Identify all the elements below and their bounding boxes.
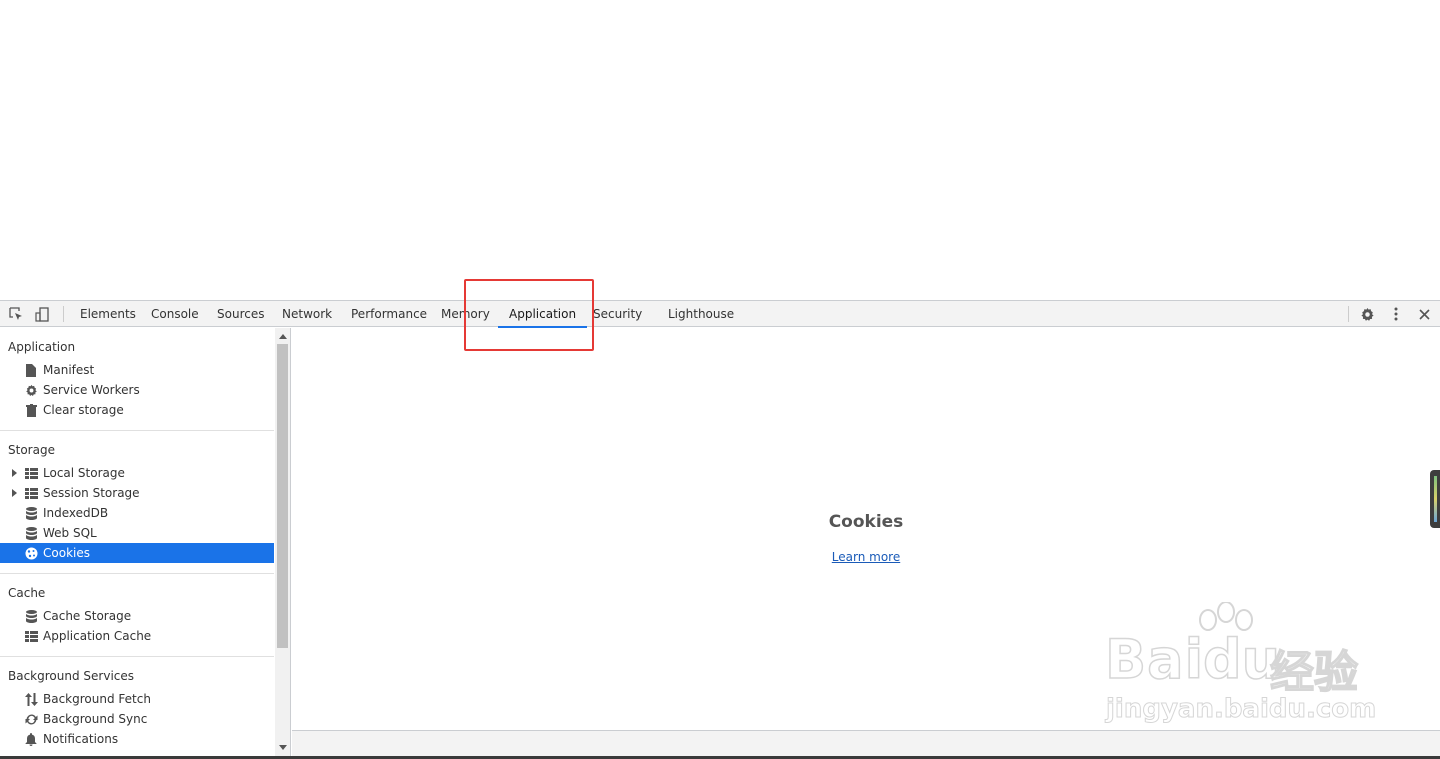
section-title-storage: Storage (8, 443, 55, 457)
sidebar-item-cookies[interactable]: Cookies (0, 543, 274, 563)
bell-icon (24, 732, 38, 746)
sidebar-item-background-sync[interactable]: Background Sync (0, 709, 274, 729)
sidebar-item-label: Session Storage (43, 486, 140, 500)
database-icon (24, 609, 38, 623)
sidebar-item-session-storage[interactable]: Session Storage (0, 483, 274, 503)
trash-icon (24, 403, 38, 417)
empty-state-link-wrap: Learn more (292, 550, 1440, 564)
arrows-updown-icon (24, 692, 38, 706)
sidebar-item-label: Background Sync (43, 712, 148, 726)
scroll-up-arrow[interactable] (279, 334, 287, 339)
device-toolbar-icon[interactable] (33, 305, 51, 323)
sidebar-item-local-storage[interactable]: Local Storage (0, 463, 274, 483)
sidebar-item-clear-storage[interactable]: Clear storage (0, 400, 274, 420)
toolbar-divider (63, 306, 64, 322)
gear-icon[interactable] (1358, 305, 1376, 323)
devtools-toolbar: Elements Console Sources Network Perform… (0, 300, 1440, 328)
sidebar-item-indexeddb[interactable]: IndexedDB (0, 503, 274, 523)
sidebar-item-label: Clear storage (43, 403, 124, 417)
tab-console[interactable]: Console (140, 301, 210, 327)
file-icon (24, 363, 38, 377)
bottom-status-bar (292, 730, 1440, 759)
devtools-panel: Elements Console Sources Network Perform… (0, 300, 1440, 759)
cookie-icon (24, 546, 38, 560)
sidebar-item-label: Manifest (43, 363, 95, 377)
tab-sources[interactable]: Sources (206, 301, 275, 327)
sidebar-item-label: Service Workers (43, 383, 140, 397)
tab-security[interactable]: Security (582, 301, 653, 327)
toolbar-divider (1348, 306, 1349, 322)
section-title-application: Application (8, 340, 76, 354)
cookies-main-panel: Cookies Learn more (292, 328, 1440, 731)
side-drawer-handle[interactable] (1430, 470, 1440, 528)
tab-elements[interactable]: Elements (69, 301, 147, 327)
sidebar-item-background-fetch[interactable]: Background Fetch (0, 689, 274, 709)
tab-network[interactable]: Network (271, 301, 343, 327)
scroll-down-arrow[interactable] (279, 745, 287, 750)
scrollbar-thumb[interactable] (277, 344, 288, 648)
section-divider (0, 430, 274, 431)
sidebar-item-label: Cookies (43, 546, 90, 560)
tab-memory[interactable]: Memory (430, 301, 501, 327)
application-sidebar: Application Manifest Service Workers Cle… (0, 328, 291, 759)
grid-icon (24, 486, 38, 500)
expand-arrow-icon[interactable] (12, 489, 17, 497)
expand-arrow-icon[interactable] (12, 469, 17, 477)
sidebar-item-notifications[interactable]: Notifications (0, 729, 274, 749)
tab-application[interactable]: Application (498, 301, 588, 328)
sidebar-item-label: Local Storage (43, 466, 125, 480)
grid-icon (24, 629, 38, 643)
section-divider (0, 656, 274, 657)
close-icon[interactable] (1415, 305, 1433, 323)
sidebar-item-manifest[interactable]: Manifest (0, 360, 274, 380)
sidebar-item-application-cache[interactable]: Application Cache (0, 626, 274, 646)
inspect-element-icon[interactable] (7, 305, 25, 323)
sidebar-item-label: Notifications (43, 732, 119, 746)
sync-icon (24, 712, 38, 726)
database-icon (24, 506, 38, 520)
sidebar-item-label: Application Cache (43, 629, 152, 643)
sidebar-item-label: Web SQL (43, 526, 97, 540)
kebab-menu-icon[interactable] (1387, 305, 1405, 323)
tab-lighthouse[interactable]: Lighthouse (657, 301, 745, 327)
tab-performance[interactable]: Performance (340, 301, 438, 327)
sidebar-item-web-sql[interactable]: Web SQL (0, 523, 274, 543)
gear-icon (24, 383, 38, 397)
sidebar-item-label: Cache Storage (43, 609, 132, 623)
sidebar-scrollbar[interactable] (275, 328, 290, 759)
sidebar-item-label: IndexedDB (43, 506, 109, 520)
section-title-background-services: Background Services (8, 669, 135, 683)
sidebar-item-cache-storage[interactable]: Cache Storage (0, 606, 274, 626)
page-content-area (0, 0, 1440, 300)
sidebar-item-service-workers[interactable]: Service Workers (0, 380, 274, 400)
section-title-cache: Cache (8, 586, 46, 600)
grid-icon (24, 466, 38, 480)
sidebar-item-label: Background Fetch (43, 692, 151, 706)
empty-state-title: Cookies (828, 512, 904, 532)
database-icon (24, 526, 38, 540)
learn-more-link[interactable]: Learn more (832, 550, 900, 564)
section-divider (0, 573, 274, 574)
